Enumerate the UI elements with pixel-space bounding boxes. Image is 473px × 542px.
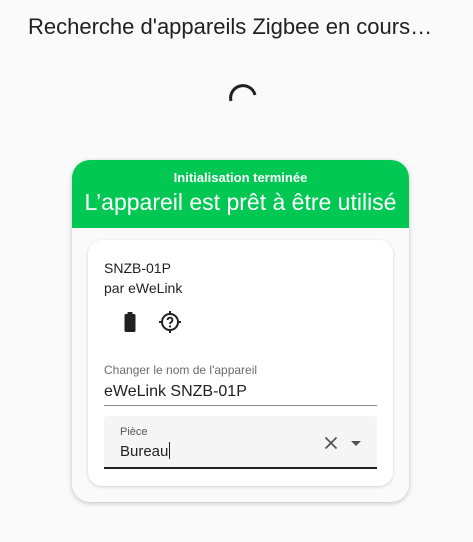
room-value[interactable]: Bureau	[120, 442, 171, 460]
device-actions	[118, 310, 182, 334]
room-label: Pièce	[120, 426, 148, 438]
battery-icon	[118, 310, 142, 334]
status-banner: Initialisation terminée L’appareil est p…	[72, 160, 409, 228]
status-subtitle: Initialisation terminée	[173, 170, 308, 185]
room-value-text: Bureau	[120, 443, 169, 460]
loading-spinner-icon	[229, 84, 257, 102]
clear-icon[interactable]	[322, 434, 340, 452]
status-title: L’appareil est prêt à être utilisé	[84, 189, 397, 215]
device-name-underline	[104, 405, 377, 406]
dialog-title: Recherche d'appareils Zigbee en cours…	[28, 14, 433, 39]
zigbee-pairing-dialog: Recherche d'appareils Zigbee en cours… I…	[0, 0, 473, 542]
text-caret	[169, 442, 171, 459]
device-info-panel: SNZB-01P par eWeLink Changer le nom de l…	[88, 240, 393, 486]
dropdown-arrow-icon[interactable]	[347, 434, 365, 452]
device-manufacturer: par eWeLink	[104, 280, 183, 296]
identify-icon[interactable]	[158, 310, 182, 334]
device-name-field[interactable]: Changer le nom de l'appareil eWeLink SNZ…	[104, 362, 377, 406]
device-model: SNZB-01P	[104, 260, 171, 276]
device-ready-card: Initialisation terminée L’appareil est p…	[72, 160, 409, 502]
device-name-label: Changer le nom de l'appareil	[104, 363, 258, 377]
room-select[interactable]: Pièce Bureau	[104, 416, 377, 469]
device-name-input[interactable]: eWeLink SNZB-01P	[104, 381, 377, 403]
